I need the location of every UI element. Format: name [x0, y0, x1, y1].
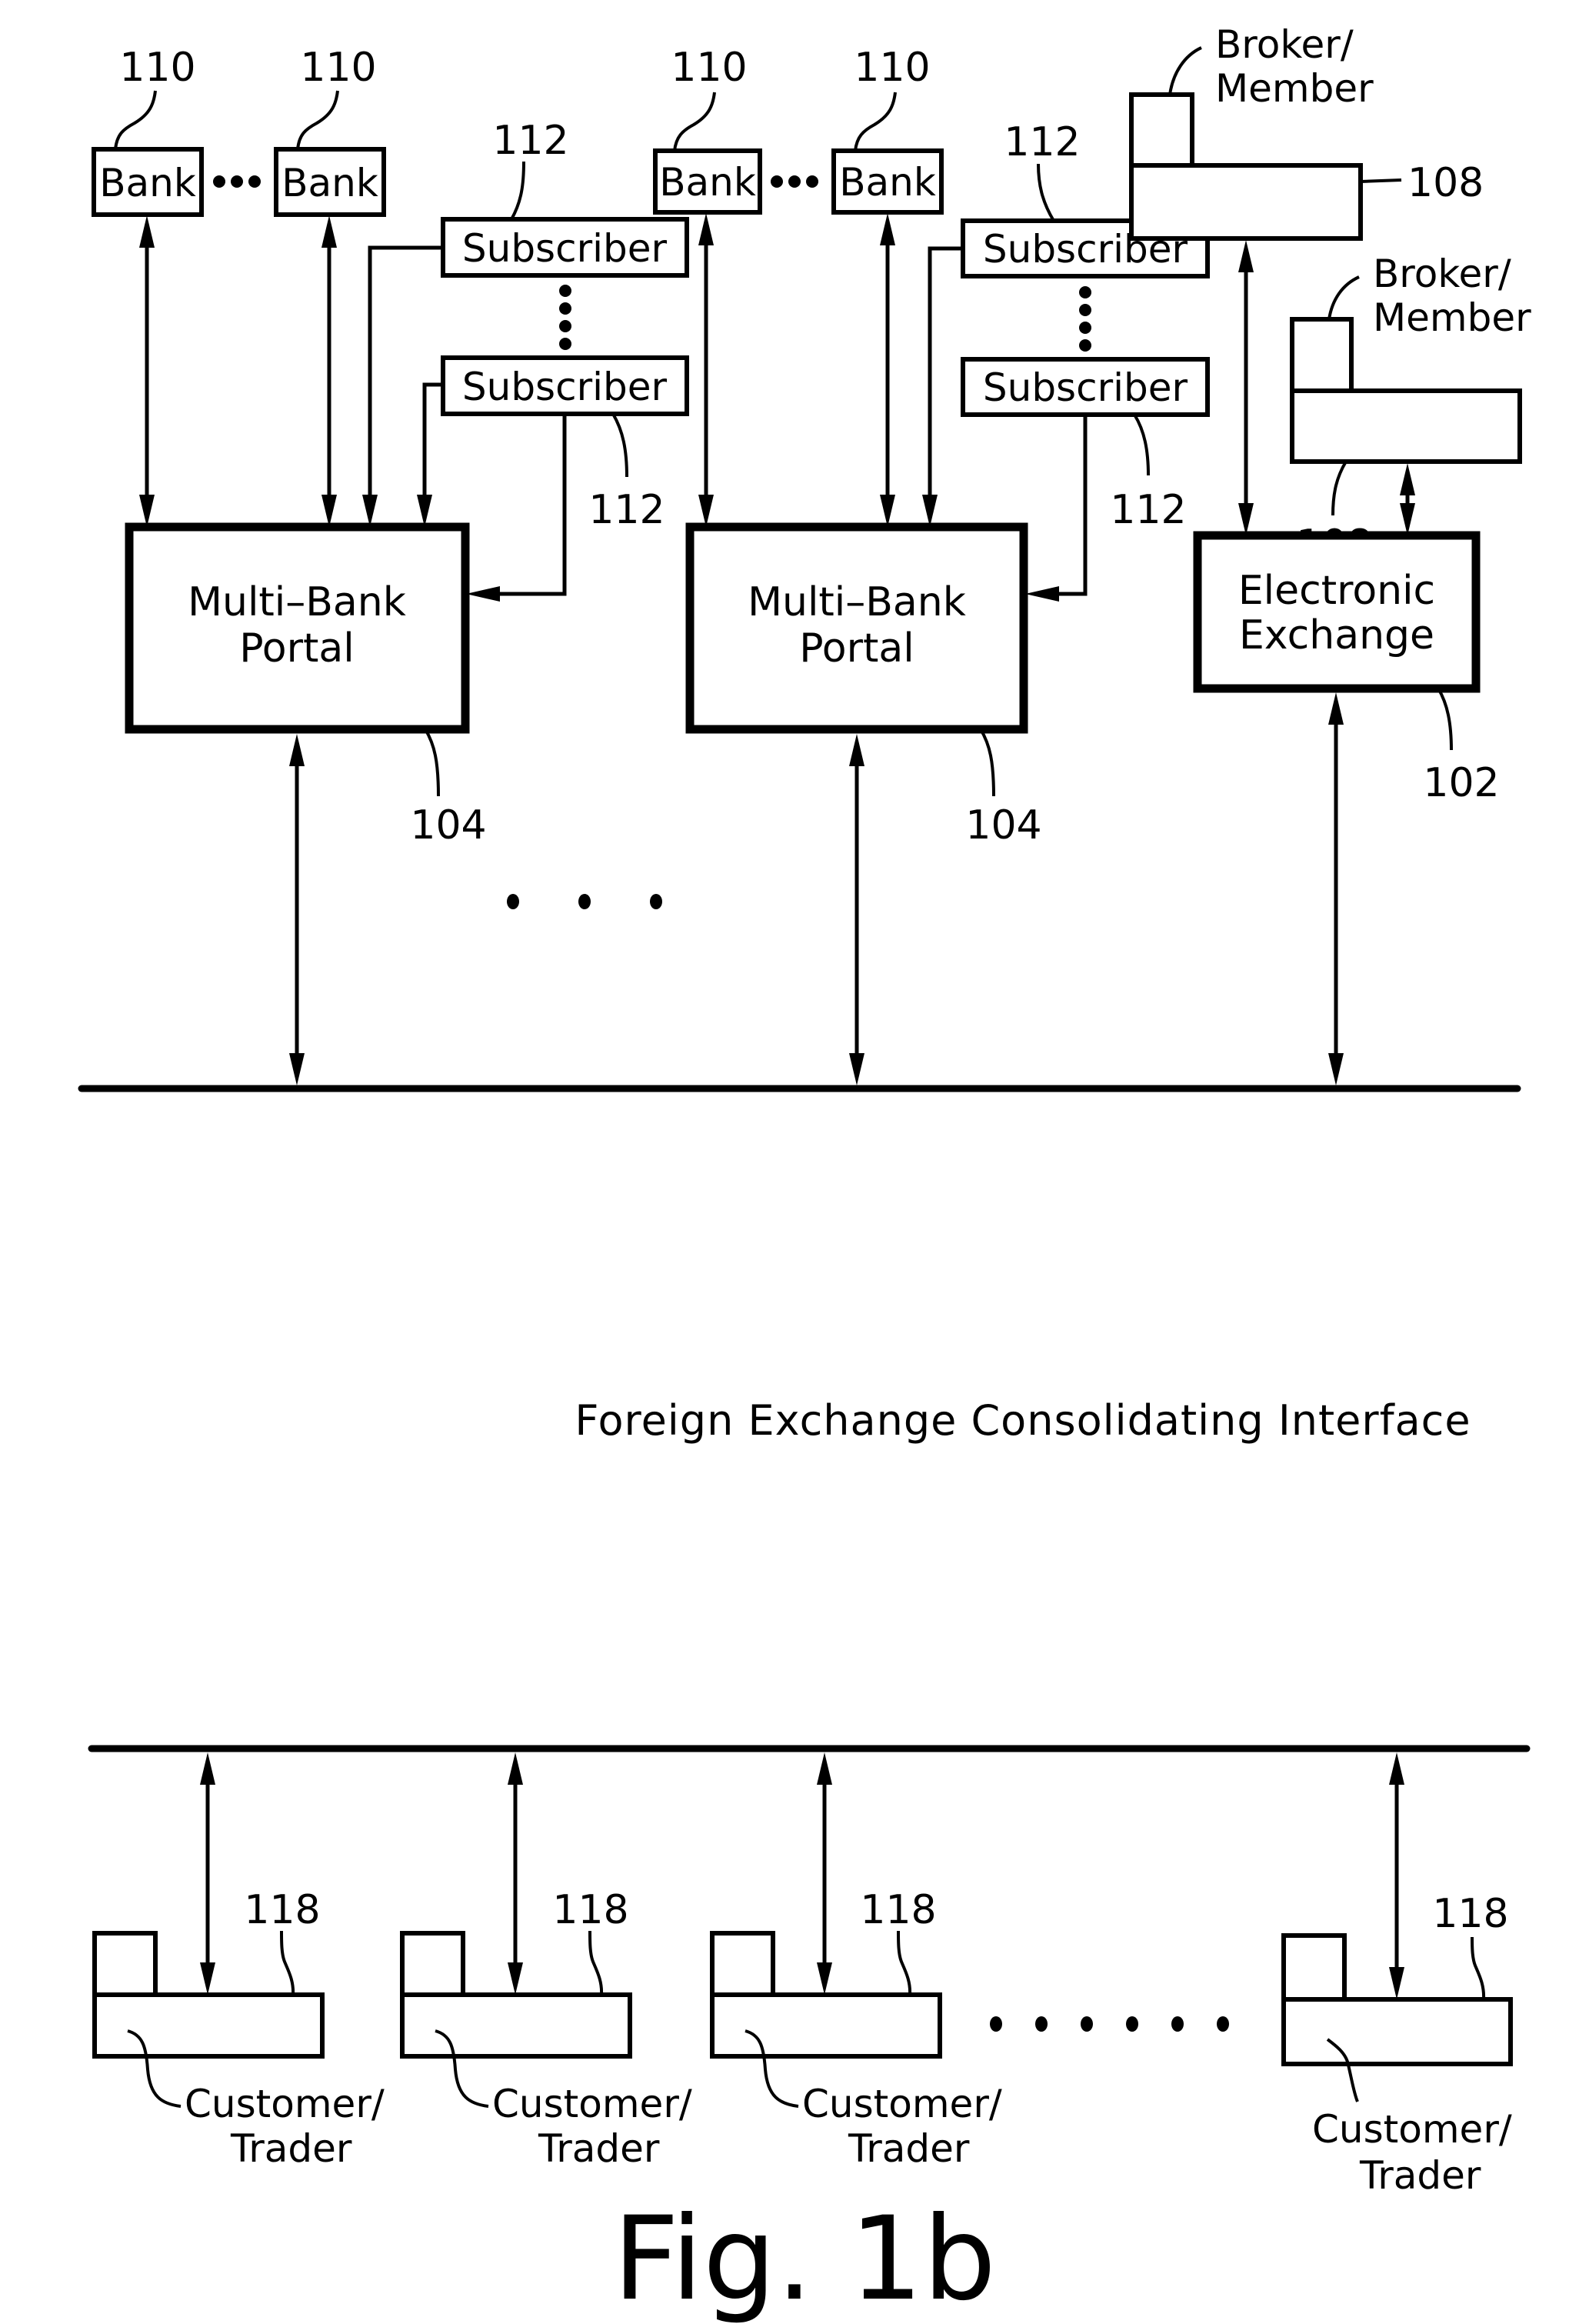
bank-box: Bank 110: [831, 45, 944, 215]
portal-label-line1: Multi–Bank: [188, 579, 406, 625]
broker-exchange-link: [1238, 240, 1254, 535]
customer-terminal: 118 Customer/ Trader: [92, 1752, 385, 2171]
subscriber-ref-number: 112: [1004, 119, 1080, 165]
customer-label-line1: Customer/: [1312, 2107, 1512, 2152]
portal-bus-link: [289, 734, 305, 1085]
customer-label-line2: Trader: [230, 2126, 352, 2171]
bank-portal-link: [880, 213, 895, 527]
portal-ref-number: 104: [965, 802, 1041, 849]
exchange-label-line2: Exchange: [1239, 612, 1434, 659]
bank-portal-link: [139, 215, 155, 527]
subscriber-portal-link: [417, 382, 443, 527]
fx-consolidation-diagram: Bank 110 Bank 110 Subscriber 112 Subscri…: [78, 22, 1531, 2324]
subscriber-portal-link: [1025, 415, 1088, 602]
portal-group-2: Bank 110 Bank 110 Subscriber 112 Subscri…: [653, 45, 1210, 1085]
customer-label-line2: Trader: [1359, 2153, 1481, 2198]
bank-portal-link: [321, 215, 337, 527]
subscriber-label: Subscriber: [462, 226, 668, 271]
bank-ref-number: 110: [854, 45, 930, 91]
customer-ref-number: 118: [244, 1887, 320, 1933]
broker-exchange-link: [1400, 463, 1415, 535]
subscriber-ellipsis: [559, 285, 571, 350]
bank-ref-number: 110: [119, 45, 195, 91]
bank-label: Bank: [99, 161, 196, 205]
portal-ref-number: 104: [410, 802, 486, 849]
subscriber-ellipsis: [1079, 286, 1091, 352]
exchange-label-line1: Electronic: [1238, 568, 1435, 614]
customer-label-line1: Customer/: [802, 2082, 1002, 2126]
customer-terminal: 118 Customer/ Trader: [400, 1752, 692, 2171]
interface-caption: Foreign Exchange Consolidating Interface: [575, 1396, 1471, 1445]
customer-label-line1: Customer/: [185, 2082, 385, 2126]
exchange-bus-link: [1328, 692, 1344, 1085]
customer-ellipsis: [990, 2016, 1229, 2032]
bank-ref-number: 110: [300, 45, 376, 91]
bank-ellipsis: [213, 175, 261, 188]
broker-label-line1: Broker/: [1215, 22, 1354, 67]
bank-label: Bank: [839, 160, 936, 205]
broker-ref-number: 108: [1407, 160, 1484, 206]
bank-portal-link: [698, 213, 714, 527]
bank-ref-number: 110: [671, 45, 747, 91]
multi-bank-portal: Multi–Bank Portal 104: [685, 522, 1042, 849]
bank-box: Bank 110: [92, 45, 204, 217]
figure-title: Fig. 1b: [613, 2192, 996, 2324]
subscriber-label: Subscriber: [462, 365, 668, 409]
broker-label-line2: Member: [1215, 66, 1374, 111]
broker-label-line2: Member: [1373, 295, 1531, 340]
broker-terminal-2: Broker/ Member 108: [1290, 252, 1531, 568]
portal-group-1: Bank 110 Bank 110 Subscriber 112 Subscri…: [92, 45, 689, 1085]
bank-label: Bank: [281, 161, 378, 205]
customer-ref-number: 118: [860, 1887, 936, 1933]
subscriber-ref-number: 112: [1110, 487, 1186, 533]
electronic-exchange: Electronic Exchange 102: [1193, 531, 1500, 806]
bank-box: Bank 110: [653, 45, 762, 215]
subscriber-ref-number: 112: [492, 118, 568, 164]
customer-ref-number: 118: [552, 1887, 628, 1933]
portal-label-line2: Portal: [239, 625, 354, 672]
bank-box: Bank 110: [274, 45, 386, 217]
subscriber-ref-number: 112: [588, 487, 665, 533]
broker-terminal-1: Broker/ Member 108: [1129, 22, 1484, 241]
broker-label-line1: Broker/: [1373, 252, 1511, 296]
exchange-ref-number: 102: [1423, 760, 1499, 806]
bank-ellipsis: [771, 175, 818, 188]
customer-terminal: 118 Customer/ Trader: [710, 1752, 1002, 2171]
customer-ref-number: 118: [1432, 1891, 1508, 1937]
subscriber-portal-link: [362, 245, 443, 527]
subscriber-portal-link: [466, 414, 567, 602]
multi-bank-portal: Multi–Bank Portal 104: [125, 522, 487, 849]
portal-bus-link: [849, 734, 864, 1085]
customer-terminal: 118 Customer/ Trader: [1281, 1752, 1513, 2198]
subscriber-portal-link: [922, 246, 963, 527]
subscriber-label: Subscriber: [983, 365, 1188, 410]
subscriber-box: Subscriber 112: [441, 118, 689, 278]
bank-label: Bank: [659, 160, 756, 205]
customer-label-line2: Trader: [538, 2126, 660, 2171]
portal-ellipsis: [507, 894, 662, 909]
portal-label-line1: Multi–Bank: [748, 579, 966, 625]
customer-label-line1: Customer/: [492, 2082, 692, 2126]
portal-label-line2: Portal: [799, 625, 914, 672]
customer-label-line2: Trader: [848, 2126, 970, 2171]
